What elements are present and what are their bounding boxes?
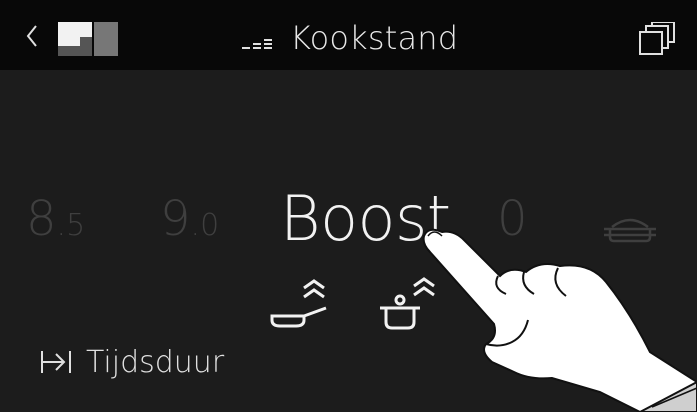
multi-window-icon[interactable] xyxy=(638,22,678,56)
top-bar: Kookstand xyxy=(0,0,697,70)
timer-duration-option[interactable]: Tijdsduur xyxy=(40,340,224,384)
chevron-left-icon[interactable] xyxy=(22,22,42,50)
power-level-bars-icon xyxy=(242,39,272,49)
page-title: Kookstand xyxy=(290,19,459,57)
pan-boost-icon[interactable] xyxy=(268,278,332,332)
cooking-level-screen: Kookstand 8.5 9.0 Boost 0 Tijdsduur xyxy=(0,0,697,412)
timer-icon xyxy=(41,351,71,373)
pointing-hand-illustration xyxy=(422,228,697,412)
level-option[interactable]: 8.5 xyxy=(26,189,85,256)
title-group: Kookstand xyxy=(242,18,458,58)
cooking-zone-selector-icon[interactable] xyxy=(58,22,118,56)
timer-label: Tijdsduur xyxy=(86,344,225,380)
level-option[interactable]: 9.0 xyxy=(160,189,219,256)
